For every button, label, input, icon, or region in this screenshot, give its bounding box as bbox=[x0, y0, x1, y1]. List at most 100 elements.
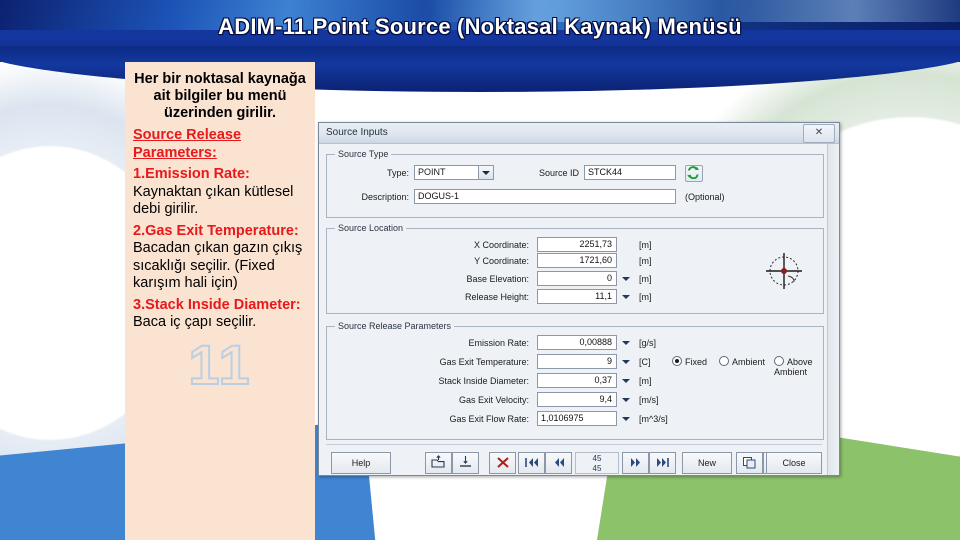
gas-exit-temperature-spinner-icon[interactable] bbox=[622, 360, 630, 364]
gas-exit-temperature-input[interactable]: 9 bbox=[537, 354, 617, 369]
delete-glyph bbox=[496, 457, 509, 468]
gas-exit-velocity-value: 9,4 bbox=[599, 394, 612, 404]
base-elevation-unit: [m] bbox=[639, 274, 652, 284]
refresh-glyph bbox=[687, 166, 699, 180]
base-elevation-value: 0 bbox=[606, 273, 612, 283]
panel-section-title: Source Release Parameters: bbox=[133, 127, 242, 161]
x-coordinate-label: X Coordinate: bbox=[473, 240, 529, 250]
stack-inside-diameter-label: Stack Inside Diameter: bbox=[438, 376, 529, 386]
gas-exit-velocity-unit: [m/s] bbox=[639, 395, 659, 405]
go-next-glyph bbox=[630, 458, 640, 467]
record-counter: 45 45 bbox=[575, 452, 619, 474]
refresh-icon[interactable] bbox=[685, 165, 703, 182]
panel-item1-body: Kaynaktan çıkan kütlesel debi girilir. bbox=[133, 183, 294, 218]
x-coordinate-input[interactable]: 2251,73 bbox=[537, 237, 617, 252]
temperature-mode-ambient-label: Ambient bbox=[732, 357, 766, 367]
explanation-panel: Her bir noktasal kaynağa ait bilgiler bu… bbox=[125, 62, 315, 540]
source-type-group-label: Source Type bbox=[335, 149, 392, 159]
page-title: ADIM-11.Point Source (Noktasal Kaynak) M… bbox=[218, 14, 742, 39]
panel-heading: Her bir noktasal kaynağa ait bilgiler bu… bbox=[134, 71, 306, 121]
gas-exit-flow-rate-spinner-icon[interactable] bbox=[622, 417, 630, 421]
panel-item2-body: Bacadan çıkan gazın çıkış sıcaklığı seçi… bbox=[133, 240, 303, 291]
copy-glyph bbox=[743, 457, 756, 469]
new-button[interactable]: New bbox=[682, 452, 732, 474]
optional-note: (Optional) bbox=[685, 192, 725, 202]
panel-item2-title: 2.Gas Exit Temperature: bbox=[133, 222, 299, 239]
y-coordinate-label: Y Coordinate: bbox=[474, 256, 529, 266]
chevron-down-icon[interactable] bbox=[478, 166, 493, 179]
x-coordinate-unit: [m] bbox=[639, 240, 652, 250]
gas-exit-temperature-label: Gas Exit Temperature: bbox=[439, 357, 529, 367]
gas-exit-temperature-value: 9 bbox=[606, 356, 612, 366]
y-coordinate-value: 1721,60 bbox=[579, 255, 612, 265]
delete-x-icon[interactable] bbox=[489, 452, 516, 474]
copy-icon[interactable] bbox=[736, 452, 763, 474]
source-location-group-label: Source Location bbox=[335, 223, 407, 233]
save-icon[interactable] bbox=[452, 452, 479, 474]
go-previous-glyph bbox=[554, 458, 564, 467]
temperature-mode-ambient[interactable]: Ambient bbox=[719, 356, 765, 367]
gas-exit-flow-rate-label: Gas Exit Flow Rate: bbox=[449, 414, 529, 424]
go-previous-icon[interactable] bbox=[545, 452, 572, 474]
dialog-title-bar: Source Inputs ✕ bbox=[319, 123, 839, 144]
go-last-icon[interactable] bbox=[649, 452, 676, 474]
description-label: Description: bbox=[361, 192, 409, 202]
emission-rate-label: Emission Rate: bbox=[468, 338, 529, 348]
y-coordinate-unit: [m] bbox=[639, 256, 652, 266]
gas-exit-flow-rate-unit: [m^3/s] bbox=[639, 414, 668, 424]
base-elevation-label: Base Elevation: bbox=[466, 274, 529, 284]
save-glyph bbox=[460, 456, 471, 467]
source-id-value: STCK44 bbox=[588, 167, 623, 177]
source-id-label: Source ID bbox=[538, 168, 579, 178]
go-first-glyph bbox=[524, 458, 538, 467]
slide-number: 11 bbox=[187, 332, 252, 396]
dialog-body: Source Type Type: POINT Source ID STCK44… bbox=[319, 144, 839, 475]
go-last-glyph bbox=[656, 458, 669, 467]
crosshair-glyph bbox=[766, 253, 802, 289]
description-input[interactable]: DOGUS-1 bbox=[414, 189, 676, 204]
stack-inside-diameter-input[interactable]: 0,37 bbox=[537, 373, 617, 388]
release-height-label: Release Height: bbox=[464, 292, 529, 302]
description-value: DOGUS-1 bbox=[418, 191, 460, 201]
vertical-scrollbar[interactable] bbox=[827, 144, 839, 475]
slide-root: ADIM-11.Point Source (Noktasal Kaynak) M… bbox=[0, 0, 960, 540]
base-elevation-input[interactable]: 0 bbox=[537, 271, 617, 286]
open-folder-icon[interactable] bbox=[425, 452, 452, 474]
close-button[interactable]: Close bbox=[766, 452, 822, 474]
stack-inside-diameter-unit: [m] bbox=[639, 376, 652, 386]
help-button[interactable]: Help bbox=[331, 452, 391, 474]
crosshair-target-icon[interactable] bbox=[761, 248, 807, 294]
go-next-icon[interactable] bbox=[622, 452, 649, 474]
panel-item3-title: 3.Stack Inside Diameter: bbox=[133, 296, 301, 313]
emission-rate-spinner-icon[interactable] bbox=[622, 341, 630, 345]
base-elevation-spinner-icon[interactable] bbox=[622, 277, 630, 281]
temperature-mode-fixed[interactable]: Fixed bbox=[672, 356, 707, 367]
emission-rate-value: 0,00888 bbox=[579, 337, 612, 347]
type-value: POINT bbox=[418, 167, 446, 177]
emission-rate-input[interactable]: 0,00888 bbox=[537, 335, 617, 350]
x-coordinate-value: 2251,73 bbox=[579, 239, 612, 249]
release-height-spinner-icon[interactable] bbox=[622, 295, 630, 299]
gas-exit-velocity-spinner-icon[interactable] bbox=[622, 398, 630, 402]
source-type-group: Source Type bbox=[326, 149, 824, 218]
source-id-input[interactable]: STCK44 bbox=[584, 165, 676, 180]
toolbar-divider bbox=[326, 444, 822, 445]
gas-exit-velocity-label: Gas Exit Velocity: bbox=[458, 395, 529, 405]
gas-exit-temperature-unit: [C] bbox=[639, 357, 651, 367]
emission-rate-unit: [g/s] bbox=[639, 338, 657, 348]
stack-inside-diameter-spinner-icon[interactable] bbox=[622, 379, 630, 383]
release-height-input[interactable]: 11,1 bbox=[537, 289, 617, 304]
release-height-unit: [m] bbox=[639, 292, 652, 302]
release-height-value: 11,1 bbox=[595, 291, 612, 301]
source-inputs-dialog: Source Inputs ✕ Source Type Type: POINT … bbox=[318, 122, 840, 476]
type-select[interactable]: POINT bbox=[414, 165, 494, 180]
dialog-title: Source Inputs bbox=[326, 127, 388, 138]
gas-exit-velocity-input[interactable]: 9,4 bbox=[537, 392, 617, 407]
open-folder-glyph bbox=[431, 455, 445, 468]
gas-exit-flow-rate-input[interactable]: 1,0106975 bbox=[537, 411, 617, 426]
panel-item1-title: 1.Emission Rate: bbox=[133, 166, 250, 182]
close-icon[interactable]: ✕ bbox=[803, 124, 835, 143]
go-first-icon[interactable] bbox=[518, 452, 545, 474]
y-coordinate-input[interactable]: 1721,60 bbox=[537, 253, 617, 268]
record-total: 45 bbox=[592, 464, 602, 473]
